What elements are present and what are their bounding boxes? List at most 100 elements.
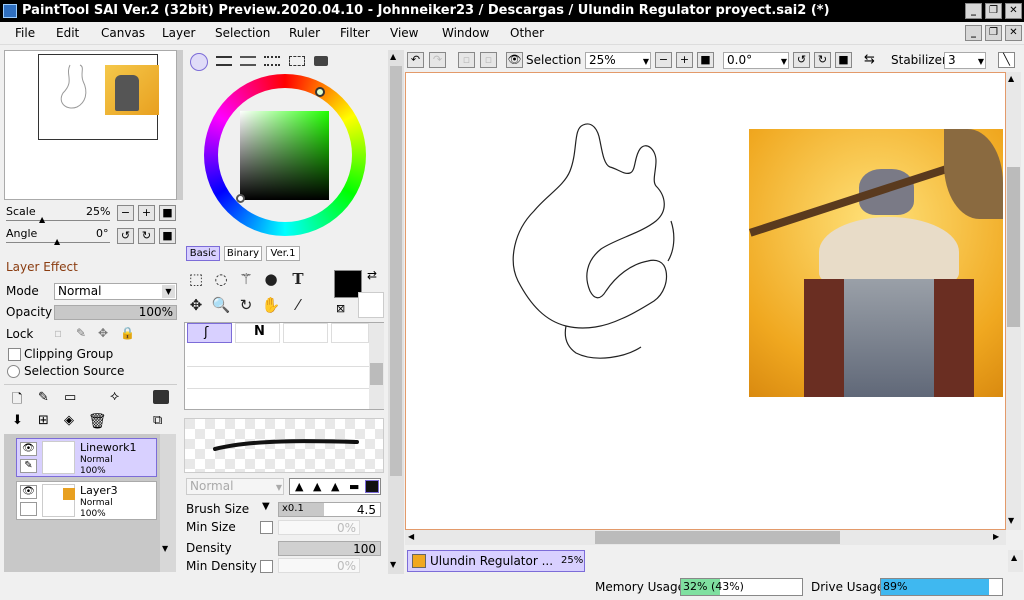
move-icon[interactable]: ✥: [185, 294, 207, 316]
rotate-left-button[interactable]: ↺: [117, 228, 134, 244]
canvas-horizontal-scrollbar[interactable]: ◀ ▶: [405, 530, 1006, 545]
canvas-area[interactable]: [405, 72, 1006, 530]
brush-shape-2-icon[interactable]: ▲: [313, 480, 321, 493]
pencil-icon[interactable]: ✎: [20, 459, 37, 473]
layer-list[interactable]: 👁 ✎ Linework1 Normal 100% 👁 Layer3 Norma…: [4, 434, 176, 572]
zoom-reset-button[interactable]: ■: [697, 52, 714, 68]
hue-marker[interactable]: [315, 87, 325, 97]
layer-effect-header[interactable]: Layer Effect: [6, 260, 78, 274]
brush-size-slider[interactable]: x0.1 4.5: [278, 502, 381, 517]
tool-slot[interactable]: [331, 323, 369, 343]
lasso-icon[interactable]: ◌: [210, 268, 232, 290]
copy-layer-icon[interactable]: ⧉: [153, 413, 162, 428]
trash-icon[interactable]: 🗑: [88, 412, 107, 430]
scroll-down-icon[interactable]: ▼: [390, 560, 396, 569]
color-marker[interactable]: [236, 194, 245, 203]
menu-layer[interactable]: Layer: [162, 26, 195, 40]
linework-curve-tool[interactable]: ʃ: [187, 323, 232, 343]
tab-ver1[interactable]: Ver.1: [266, 246, 300, 261]
menu-ruler[interactable]: Ruler: [289, 26, 320, 40]
secondary-color-swatch[interactable]: [358, 292, 384, 318]
brush-shape-3-icon[interactable]: ▲: [331, 480, 339, 493]
min-size-slider[interactable]: 0%: [278, 520, 360, 535]
scroll-up-icon[interactable]: ▲: [1008, 74, 1014, 83]
new-folder-icon[interactable]: ▭: [64, 390, 76, 405]
doc-minimize-button[interactable]: _: [965, 25, 982, 41]
angle-select[interactable]: 0.0° ▼: [723, 52, 789, 69]
invert-selection-button[interactable]: ▫: [480, 52, 497, 68]
transparent-color-icon[interactable]: ⊠: [336, 302, 345, 315]
lock-paint-icon[interactable]: ✎: [76, 326, 86, 340]
brush-shape-4-icon[interactable]: ▬: [349, 480, 359, 493]
flip-horizontal-icon[interactable]: ⇆: [864, 52, 875, 67]
zoom-select[interactable]: 25% ▼: [585, 52, 651, 69]
color-wheel-tab-icon[interactable]: [190, 53, 208, 71]
brush-tool-grid[interactable]: ʃ N: [184, 322, 384, 410]
shape-icon[interactable]: ●: [260, 268, 282, 290]
linework-edit-tool[interactable]: N: [235, 323, 280, 343]
density-slider[interactable]: 100: [278, 541, 381, 556]
menu-edit[interactable]: Edit: [56, 26, 79, 40]
line-tool-icon[interactable]: ╲: [998, 52, 1015, 68]
add-icon[interactable]: ⊞: [38, 413, 49, 428]
selection-source-radio[interactable]: [7, 365, 20, 378]
brush-shape-1-icon[interactable]: ▲: [295, 480, 303, 493]
tool-grid-scrollbar[interactable]: [369, 323, 384, 409]
rotate-reset-button[interactable]: ■: [159, 228, 176, 244]
layer-row[interactable]: 👁 ✎ Linework1 Normal 100%: [16, 438, 157, 477]
tool-slot[interactable]: [283, 323, 328, 343]
lock-move-icon[interactable]: ✥: [98, 326, 108, 340]
min-size-checkbox[interactable]: [260, 521, 273, 534]
stabilizer-select[interactable]: 3 ▼: [944, 52, 986, 69]
lock-all-icon[interactable]: 🔒: [120, 326, 135, 340]
panel-scrollbar[interactable]: ▲ ▼: [388, 50, 404, 574]
deselect-button[interactable]: ▫: [458, 52, 475, 68]
rect-select-icon[interactable]: ⬚: [185, 268, 207, 290]
hand-icon[interactable]: ✋: [260, 294, 282, 316]
eye-icon[interactable]: 👁: [20, 485, 37, 499]
scroll-right-icon[interactable]: ▶: [993, 532, 999, 541]
lock-transparency-icon[interactable]: ▫: [54, 326, 62, 340]
scroll-down-icon[interactable]: ▼: [162, 544, 168, 553]
zoom-in-button[interactable]: +: [676, 52, 693, 68]
scale-slider[interactable]: [6, 217, 110, 221]
magic-wand-icon[interactable]: ⚚: [235, 268, 257, 290]
angle-slider-handle[interactable]: ▲: [54, 237, 60, 246]
scroll-thumb[interactable]: [390, 66, 402, 476]
zoom-in-button[interactable]: +: [138, 205, 155, 221]
opacity-slider[interactable]: 100%: [54, 305, 177, 320]
new-linework-layer-icon[interactable]: ✎: [38, 390, 49, 405]
tab-basic[interactable]: Basic: [186, 246, 220, 261]
scratchpad-tab-icon[interactable]: [314, 56, 328, 66]
zoom-out-button[interactable]: −: [655, 52, 672, 68]
new-layer-icon[interactable]: 🗋: [12, 390, 22, 412]
document-tab[interactable]: Ulundin Regulator ... 25%: [407, 550, 585, 572]
layer-row[interactable]: 👁 Layer3 Normal 100%: [16, 481, 157, 520]
eye-icon[interactable]: 👁: [506, 52, 523, 68]
rotate-left-button[interactable]: ↺: [793, 52, 810, 68]
min-density-slider[interactable]: 0%: [278, 558, 360, 573]
intermediate-color-tab-icon[interactable]: [264, 56, 280, 66]
undo-button[interactable]: ↶: [407, 52, 424, 68]
menu-window[interactable]: Window: [442, 26, 489, 40]
menu-filter[interactable]: Filter: [340, 26, 370, 40]
menu-canvas[interactable]: Canvas: [101, 26, 145, 40]
blend-mode-select[interactable]: Normal ▼: [186, 478, 284, 495]
zoom-out-button[interactable]: −: [117, 205, 134, 221]
rotate-icon[interactable]: ↻: [235, 294, 257, 316]
canvas-vertical-scrollbar[interactable]: ▲ ▼: [1006, 72, 1021, 530]
empty-tool-slots[interactable]: [187, 345, 369, 409]
text-icon[interactable]: T: [287, 268, 309, 290]
doc-restore-button[interactable]: ❐: [985, 25, 1002, 41]
scroll-thumb[interactable]: [370, 363, 383, 385]
layer-list-scrollbar[interactable]: ▼: [160, 434, 176, 572]
swap-colors-icon[interactable]: ⇄: [367, 268, 377, 282]
rgb-slider-tab-icon[interactable]: [216, 56, 232, 66]
rotate-right-button[interactable]: ↻: [814, 52, 831, 68]
menu-file[interactable]: File: [15, 26, 35, 40]
min-density-checkbox[interactable]: [260, 560, 273, 573]
brush-shape-5-icon[interactable]: [365, 480, 379, 493]
eye-icon[interactable]: 👁: [20, 442, 37, 456]
saturation-value-square[interactable]: [240, 111, 329, 200]
layer-transform-icon[interactable]: ⟡: [110, 388, 119, 404]
